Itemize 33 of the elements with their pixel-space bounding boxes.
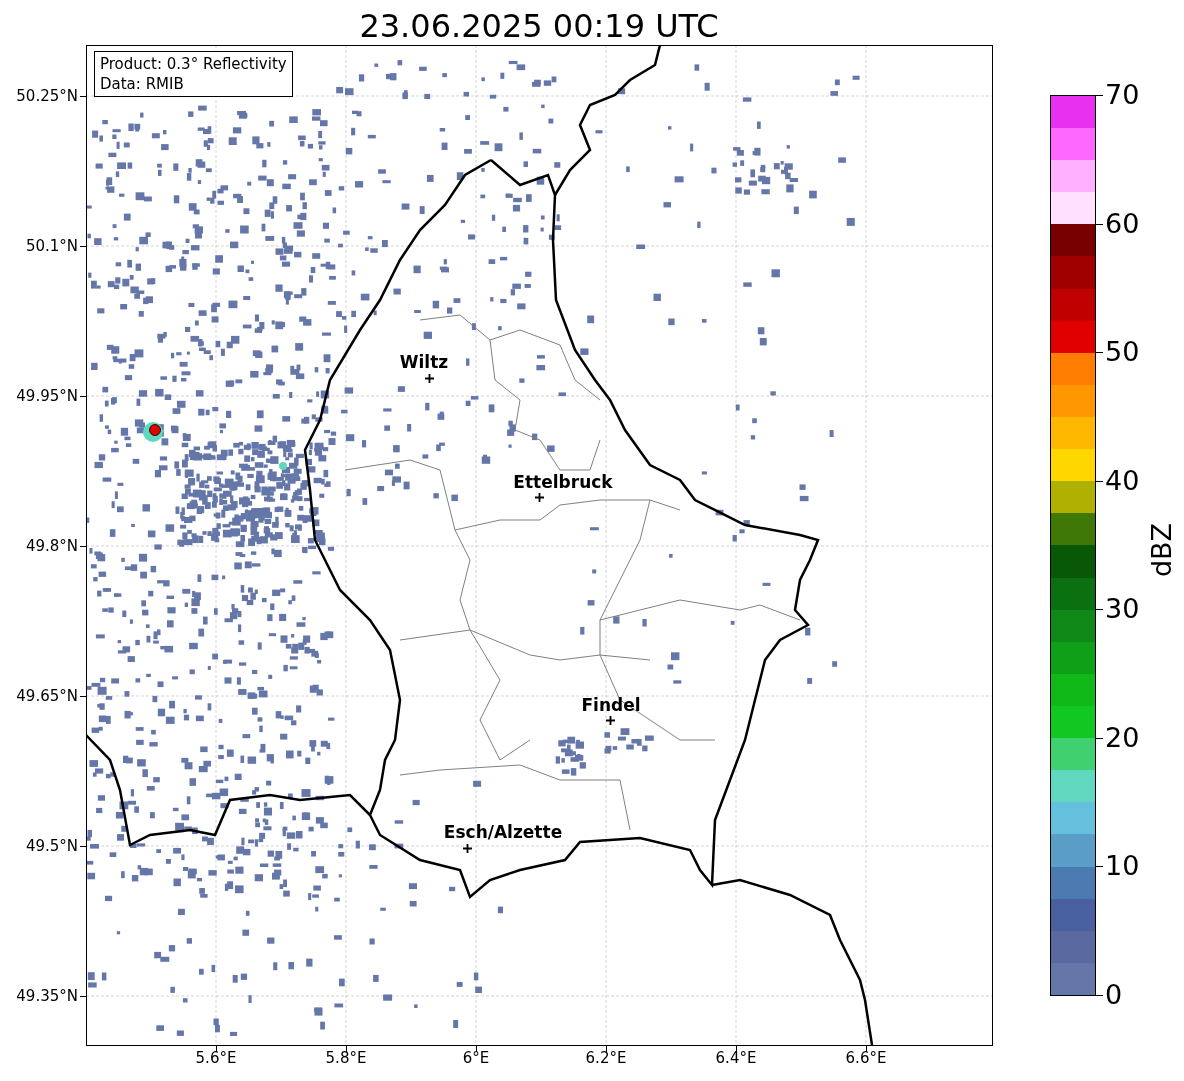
axis-tick-label: 49.35°N bbox=[16, 987, 78, 1005]
colorbar-tick-label: 70 bbox=[1105, 80, 1140, 110]
axis-tick-label: 50.1°N bbox=[25, 237, 78, 255]
info-text: Product: 0.3° Reflectivity bbox=[100, 54, 287, 74]
axis-tick-label: 49.5°N bbox=[25, 837, 78, 855]
info-text: Data: RMIB bbox=[100, 74, 185, 94]
plus-marker-icon bbox=[462, 843, 472, 853]
place-label: Ettelbruck bbox=[513, 472, 613, 492]
plus-marker-icon bbox=[424, 373, 434, 383]
plus-marker-icon bbox=[534, 492, 544, 502]
axis-tick-label: 49.65°N bbox=[16, 687, 78, 705]
place-label: Esch/Alzette bbox=[443, 822, 563, 842]
axis-tick-label: 6.2°E bbox=[585, 1049, 627, 1067]
axis-tick-label: 6.6°E bbox=[845, 1049, 887, 1067]
colorbar-tick-label: 20 bbox=[1105, 722, 1140, 753]
axis-tick-label: 6.4°E bbox=[715, 1049, 757, 1067]
chart-title: 23.06.2025 00:19 UTC bbox=[358, 6, 720, 46]
axis-tick-label: 5.6°E bbox=[195, 1049, 237, 1067]
axis-tick-label: 49.8°N bbox=[25, 537, 78, 555]
colorbar-tick-label: 0 bbox=[1105, 980, 1123, 1010]
axis-tick-label: 6°E bbox=[462, 1049, 490, 1067]
colorbar-tick-label: 50 bbox=[1105, 337, 1140, 368]
place-label: Wiltz bbox=[399, 352, 449, 372]
colorbar-label: dBZ bbox=[1147, 522, 1177, 578]
colorbar-tick-label: 10 bbox=[1105, 851, 1140, 882]
axis-tick-label: 50.25°N bbox=[16, 87, 78, 105]
colorbar-tick-label: 30 bbox=[1105, 594, 1140, 625]
axis-tick-label: 5.8°E bbox=[325, 1049, 367, 1067]
axis-tick-label: 49.95°N bbox=[16, 387, 78, 405]
colorbar-tick-label: 60 bbox=[1105, 208, 1140, 239]
colorbar-tick-label: 40 bbox=[1105, 465, 1140, 496]
plus-marker-icon bbox=[605, 715, 615, 725]
place-label: Findel bbox=[581, 695, 641, 715]
